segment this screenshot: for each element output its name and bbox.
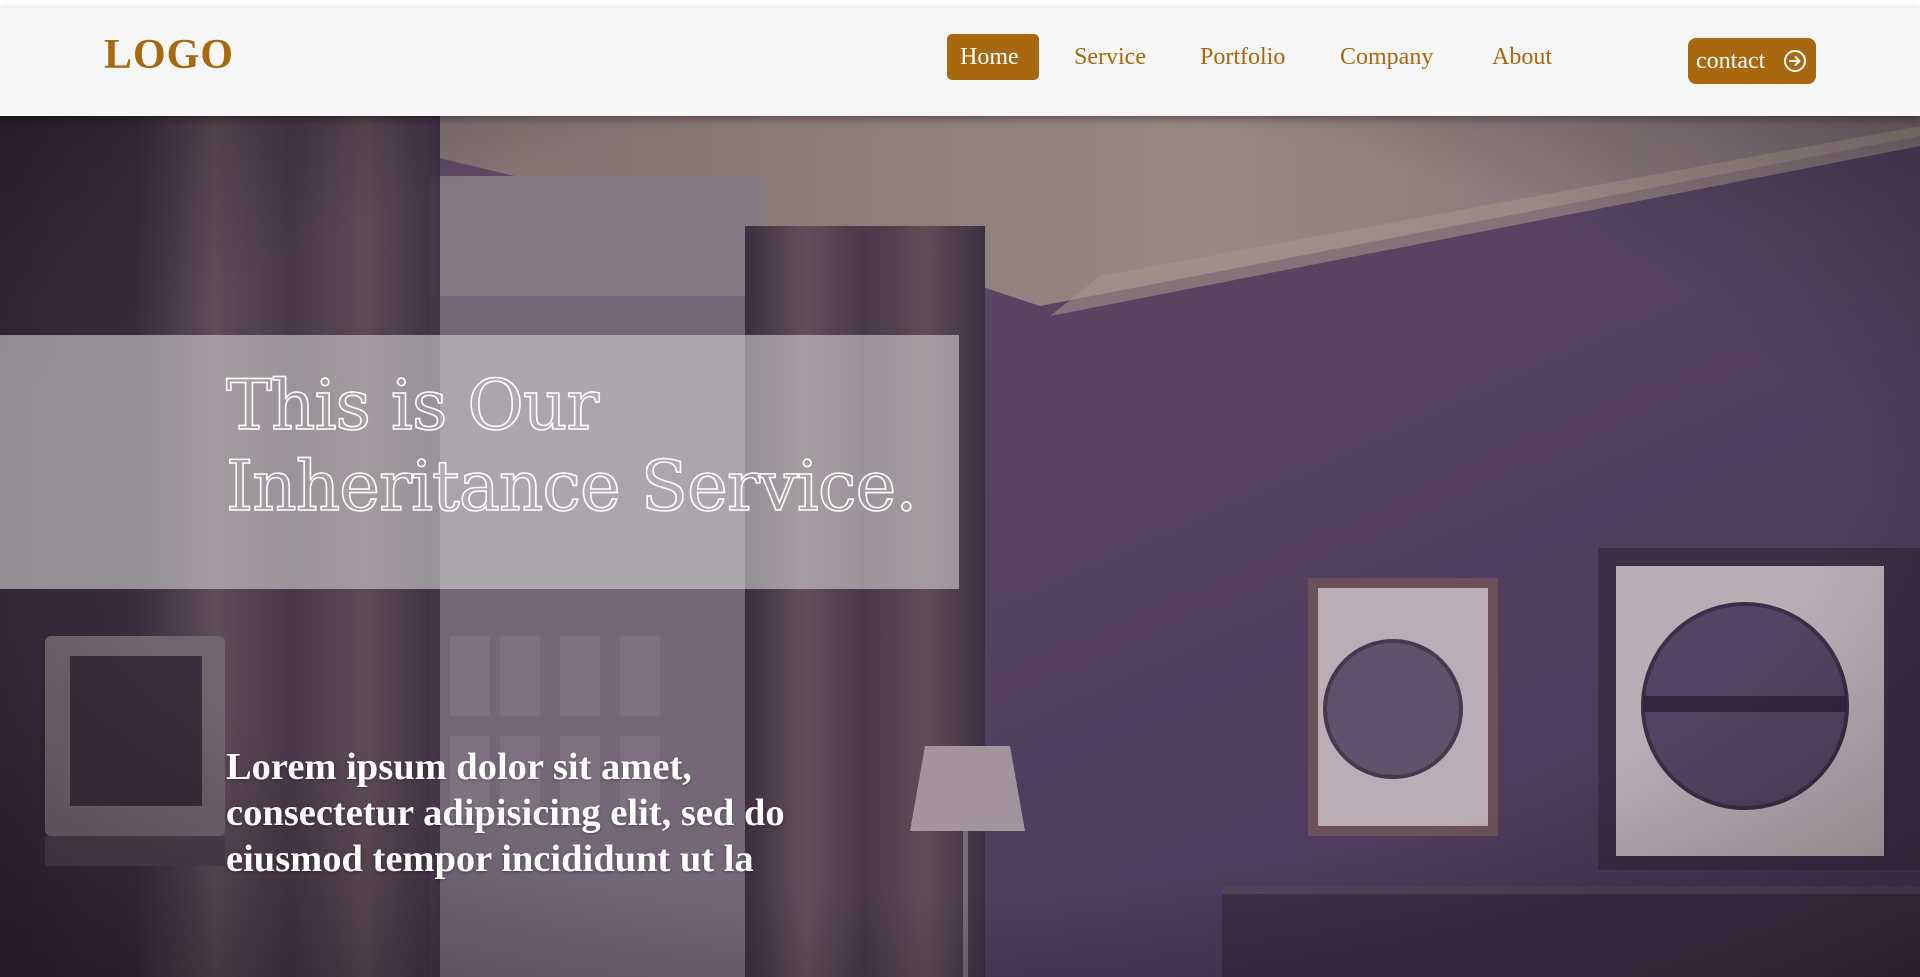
nav-home[interactable]: Home (947, 34, 1039, 80)
nav-company[interactable]: Company (1340, 34, 1433, 80)
contact-button-label: contact (1696, 48, 1766, 74)
contact-button[interactable]: contact (1688, 38, 1816, 84)
site-header: LOGO Home Service Portfolio Company Abou… (0, 8, 1920, 116)
logo[interactable]: LOGO (104, 34, 234, 76)
arrow-right-circle-icon (1784, 50, 1806, 72)
nav-service[interactable]: Service (1074, 34, 1146, 80)
hero-title-line-1: This is Our (225, 365, 600, 447)
hero-description: Lorem ipsum dolor sit amet, consectetur … (226, 746, 785, 880)
hero-title: This is Our Inheritance Service. (225, 365, 918, 528)
nav-about[interactable]: About (1492, 34, 1552, 80)
hero-section: This is Our Inheritance Service. Lorem i… (0, 116, 1920, 977)
nav-portfolio[interactable]: Portfolio (1200, 34, 1285, 80)
hero-title-line-2: Inheritance Service. (225, 446, 918, 528)
